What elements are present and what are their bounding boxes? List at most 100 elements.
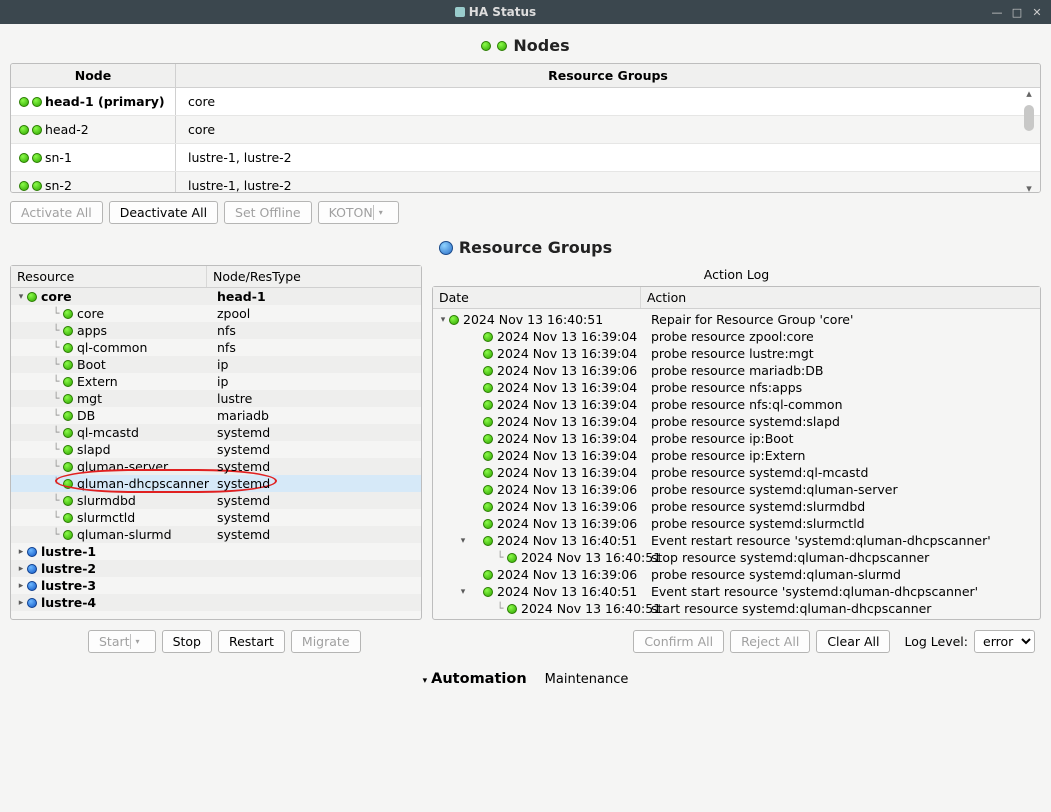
minimize-button[interactable]: — [989,4,1005,20]
status-dot-icon [483,434,493,444]
tree-row[interactable]: ▸lustre-1 [11,543,421,560]
twisty-icon[interactable]: ▸ [15,598,27,608]
status-dot-icon [63,445,73,455]
start-button: Start▾ [88,630,156,653]
maximize-button[interactable]: □ [1009,4,1025,20]
tree-row[interactable]: └Bootip [11,356,421,373]
tree-row[interactable]: └qluman-serversystemd [11,458,421,475]
twisty-icon[interactable]: ▸ [15,547,27,557]
log-row[interactable]: 2024 Nov 13 16:39:04probe resource syste… [433,413,1040,430]
status-dot-icon [507,553,517,563]
col-date[interactable]: Date [433,287,641,308]
close-button[interactable]: ✕ [1029,4,1045,20]
col-node[interactable]: Node [11,64,176,87]
tree-row[interactable]: ▸lustre-4 [11,594,421,611]
col-resource-groups[interactable]: Resource Groups [176,64,1040,87]
tree-row[interactable]: ▾corehead-1 [11,288,421,305]
scroll-down-icon[interactable]: ▾ [1025,181,1033,193]
status-dot-icon [63,394,73,404]
log-row[interactable]: 2024 Nov 13 16:39:04probe resource lustr… [433,345,1040,362]
twisty-icon[interactable]: ▾ [437,315,449,325]
status-dot-icon [27,598,37,608]
log-row[interactable]: ▾2024 Nov 13 16:40:51Event start resourc… [433,583,1040,600]
nodes-table: Node Resource Groups head-1 (primary)cor… [10,63,1041,193]
col-action[interactable]: Action [641,287,1040,308]
status-dot-icon [483,485,493,495]
log-row[interactable]: 2024 Nov 13 16:39:04probe resource zpool… [433,328,1040,345]
status-dot-icon [63,326,73,336]
clear-all-button[interactable]: Clear All [816,630,890,653]
action-log-panel: Date Action ▾2024 Nov 13 16:40:51Repair … [432,286,1041,620]
status-dot-icon [63,360,73,370]
tree-row[interactable]: └mgtlustre [11,390,421,407]
tree-row[interactable]: └qluman-slurmdsystemd [11,526,421,543]
log-row[interactable]: 2024 Nov 13 16:39:04probe resource ip:Bo… [433,430,1040,447]
status-dot-icon [27,547,37,557]
status-dot-icon [19,181,29,191]
log-row[interactable]: 2024 Nov 13 16:39:06probe resource syste… [433,566,1040,583]
tree-row[interactable]: └qluman-dhcpscannersystemd [11,475,421,492]
twisty-icon[interactable]: ▾ [457,587,469,597]
restart-button[interactable]: Restart [218,630,285,653]
tree-row[interactable]: └appsnfs [11,322,421,339]
confirm-all-button: Confirm All [633,630,724,653]
log-row[interactable]: 2024 Nov 13 16:39:04probe resource syste… [433,464,1040,481]
log-row[interactable]: ▾2024 Nov 13 16:40:51Event restart resou… [433,532,1040,549]
automation-toggle[interactable]: ▾Automation [423,671,527,687]
tree-row[interactable]: └slurmctldsystemd [11,509,421,526]
tree-row[interactable]: └corezpool [11,305,421,322]
tree-row[interactable]: ▸lustre-2 [11,560,421,577]
status-dot-icon [483,349,493,359]
log-row[interactable]: 2024 Nov 13 16:39:06probe resource maria… [433,362,1040,379]
log-row[interactable]: └2024 Nov 13 16:40:51stop resource syste… [433,549,1040,566]
tree-row[interactable]: └ql-commonnfs [11,339,421,356]
log-row[interactable]: 2024 Nov 13 16:39:04probe resource ip:Ex… [433,447,1040,464]
status-dot-icon [483,536,493,546]
status-dot-icon [32,181,42,191]
deactivate-all-button[interactable]: Deactivate All [109,201,218,224]
log-row[interactable]: 2024 Nov 13 16:39:06probe resource syste… [433,515,1040,532]
status-dot-icon [27,564,37,574]
node-row[interactable]: sn-2lustre-1, lustre-2 [11,172,1040,192]
log-level-select[interactable]: error [974,630,1035,653]
node-row[interactable]: head-1 (primary)core [11,88,1040,116]
status-dot-icon [483,383,493,393]
status-dot-icon [32,153,42,163]
node-row[interactable]: sn-1lustre-1, lustre-2 [11,144,1040,172]
nodes-scrollbar[interactable]: ▴ ▾ [1020,86,1038,193]
resource-groups-header: Resource Groups [10,238,1041,257]
log-row[interactable]: 2024 Nov 13 16:39:04probe resource nfs:a… [433,379,1040,396]
log-row[interactable]: 2024 Nov 13 16:39:06probe resource syste… [433,481,1040,498]
log-row[interactable]: ▾2024 Nov 13 16:40:51Repair for Resource… [433,311,1040,328]
status-dot-icon [63,530,73,540]
col-node-restype[interactable]: Node/ResType [207,266,421,287]
status-dot-icon [483,366,493,376]
tree-row[interactable]: └slapdsystemd [11,441,421,458]
reject-all-button: Reject All [730,630,810,653]
twisty-icon[interactable]: ▾ [15,292,27,302]
scroll-up-icon[interactable]: ▴ [1025,86,1033,101]
log-row[interactable]: 2024 Nov 13 16:39:06probe resource syste… [433,498,1040,515]
tree-row[interactable]: └Externip [11,373,421,390]
status-dot-icon [63,479,73,489]
titlebar: HA Status — □ ✕ [0,0,1051,24]
status-dot-icon [483,400,493,410]
tree-row[interactable]: └slurmdbdsystemd [11,492,421,509]
tree-row[interactable]: └DBmariadb [11,407,421,424]
twisty-icon[interactable]: ▸ [15,564,27,574]
chevron-down-icon: ▾ [423,676,428,686]
twisty-icon[interactable]: ▾ [457,536,469,546]
migrate-button: Migrate [291,630,361,653]
tree-row[interactable]: └ql-mcastdsystemd [11,424,421,441]
tree-row[interactable]: ▸lustre-3 [11,577,421,594]
col-resource[interactable]: Resource [11,266,207,287]
log-row[interactable]: 2024 Nov 13 16:39:04probe resource nfs:q… [433,396,1040,413]
log-row[interactable]: └2024 Nov 13 16:40:51start resource syst… [433,600,1040,617]
twisty-icon[interactable]: ▸ [15,581,27,591]
stop-button[interactable]: Stop [162,630,212,653]
chevron-down-icon: ▾ [130,634,145,649]
koton-dropdown: KOTON▾ [318,201,399,224]
status-dot-icon [63,462,73,472]
node-row[interactable]: head-2core [11,116,1040,144]
status-dot-icon [483,519,493,529]
